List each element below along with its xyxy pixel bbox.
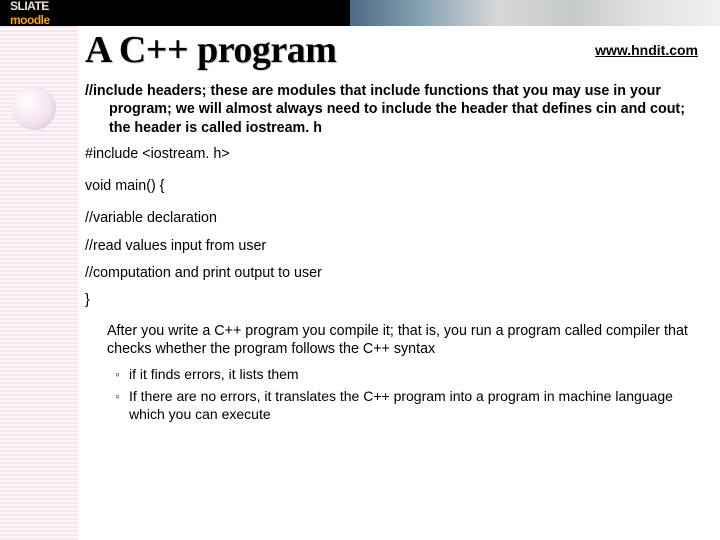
body-text: //include headers; these are modules tha… [85,82,700,424]
top-bar: SLIATE moodle [0,0,720,26]
slide: SLIATE moodle www.hndit.com A C++ progra… [0,0,720,540]
sub-list: if it finds errors, it lists them If the… [85,366,700,424]
list-item: If there are no errors, it translates th… [115,388,700,424]
after-paragraph: After you write a C++ program you compil… [85,322,700,359]
code-block: #include <iostream. h> void main() { //v… [85,145,700,310]
brand-text-1: SLIATE [10,0,49,13]
include-directive: #include <iostream. h> [85,145,700,163]
var-comment: //variable declaration [85,209,700,227]
content-area: A C++ program //include headers; these a… [85,26,700,530]
side-decoration [0,26,78,540]
include-comment: //include headers; these are modules tha… [85,82,700,137]
brand-logo: SLIATE moodle [0,0,50,27]
list-item: if it finds errors, it lists them [115,366,700,384]
brand-text-2: moodle [10,13,50,27]
close-brace: } [85,291,700,309]
read-comment: //read values input from user [85,237,700,255]
compute-comment: //computation and print output to user [85,264,700,282]
main-signature: void main() { [85,177,700,195]
page-title: A C++ program [85,28,700,72]
header-image [350,0,720,26]
